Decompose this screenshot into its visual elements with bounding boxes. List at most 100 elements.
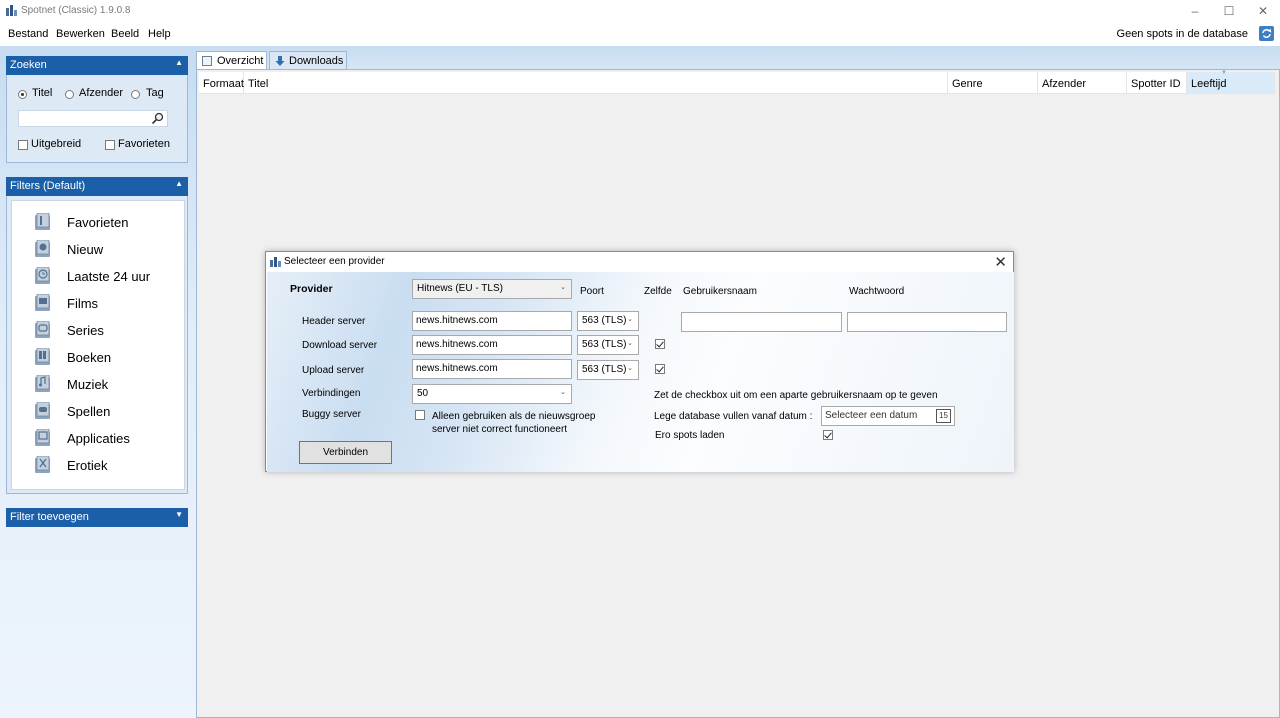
menu-bestand[interactable]: Bestand (8, 28, 48, 40)
column-leeftijd-label: Leeftijd (1191, 78, 1227, 90)
filter-item-applicaties[interactable]: Applicaties (30, 428, 180, 450)
overview-icon (202, 56, 212, 66)
filter-item-series[interactable]: Series (30, 320, 180, 342)
checkbox-uitgebreid-label: Uitgebreid (31, 138, 82, 150)
column-leeftijd[interactable]: Leeftijd ▼ (1187, 70, 1275, 94)
add-filter-panel-title: Filter toevoegen (10, 511, 89, 523)
grid-header: Formaat Titel Genre Afzender Spotter ID … (199, 70, 1275, 94)
filter-item-muziek[interactable]: Muziek (30, 374, 180, 396)
radio-tag[interactable] (131, 90, 140, 99)
header-server-label: Header server (302, 316, 366, 327)
search-icon[interactable] (151, 112, 164, 125)
download-server-label: Download server (302, 340, 378, 351)
header-port-select[interactable]: 563 (TLS) ⌄ (577, 311, 639, 331)
search-input[interactable] (18, 110, 168, 127)
upload-port-select[interactable]: 563 (TLS) ⌄ (577, 360, 639, 380)
menu-help[interactable]: Help (148, 28, 171, 40)
left-panel: Zoeken ▲ Titel Afzender Tag Uitgebreid F… (0, 46, 196, 718)
buggy-server-checkbox[interactable] (415, 410, 425, 420)
filter-label: Nieuw (67, 242, 104, 257)
radio-afzender[interactable] (65, 90, 74, 99)
music-folder-icon (35, 375, 50, 392)
new-folder-icon (35, 240, 50, 257)
download-port-value: 563 (TLS) (582, 339, 627, 350)
dialog-title: Selecteer een provider (284, 256, 385, 267)
filter-item-films[interactable]: Films (30, 293, 180, 315)
application-folder-icon (35, 429, 50, 446)
ero-spots-checkbox[interactable] (823, 430, 833, 440)
filter-item-favorieten[interactable]: Favorieten (30, 212, 180, 234)
sort-arrow-icon: ▼ (1221, 70, 1227, 76)
radio-titel[interactable] (18, 90, 27, 99)
x-folder-icon (35, 456, 50, 473)
date-picker-placeholder: Selecteer een datum (825, 410, 918, 421)
provider-label: Provider (290, 283, 333, 295)
filter-item-erotiek[interactable]: Erotiek (30, 455, 180, 477)
username-input[interactable] (681, 312, 842, 332)
buggy-server-label: Buggy server (302, 409, 361, 420)
chevron-down-icon: ⌄ (627, 365, 633, 372)
password-input[interactable] (847, 312, 1007, 332)
download-arrow-icon (275, 56, 285, 66)
column-spotter-id[interactable]: Spotter ID (1127, 72, 1187, 94)
provider-select[interactable]: Hitnews (EU - TLS) ⌄ (412, 279, 572, 299)
connect-button[interactable]: Verbinden (299, 441, 392, 464)
gamepad-folder-icon (35, 402, 50, 419)
refresh-icon[interactable] (1259, 26, 1274, 41)
date-picker[interactable]: Selecteer een datum 15 (821, 406, 955, 426)
column-genre[interactable]: Genre (948, 72, 1038, 94)
column-formaat[interactable]: Formaat (199, 72, 244, 94)
checkbox-uitgebreid[interactable] (18, 140, 28, 150)
filter-list: Favorieten Nieuw Laatste 24 uur Films Se… (11, 200, 185, 490)
connections-select[interactable]: 50 ⌄ (412, 384, 572, 404)
download-same-checkbox[interactable] (655, 339, 665, 349)
ero-spots-label: Ero spots laden (655, 430, 725, 441)
expand-icon[interactable]: ▼ (175, 510, 183, 519)
tab-overzicht[interactable]: Overzicht (196, 51, 267, 70)
filter-item-nieuw[interactable]: Nieuw (30, 239, 180, 261)
menu-bewerken[interactable]: Bewerken (56, 28, 105, 40)
password-column-label: Wachtwoord (849, 286, 905, 297)
checkbox-hint: Zet de checkbox uit om een aparte gebrui… (654, 390, 938, 401)
clock-folder-icon (35, 267, 50, 284)
collapse-icon[interactable]: ▲ (175, 179, 183, 188)
tab-overzicht-label: Overzicht (217, 55, 264, 67)
filter-label: Spellen (67, 404, 111, 419)
menu-beeld[interactable]: Beeld (111, 28, 139, 40)
search-panel-header[interactable]: Zoeken ▲ (6, 56, 188, 75)
download-port-select[interactable]: 563 (TLS) ⌄ (577, 335, 639, 355)
close-icon[interactable]: ✕ (994, 253, 1007, 271)
tab-downloads[interactable]: Downloads (269, 51, 347, 70)
tab-strip: Overzicht Downloads (196, 46, 1280, 70)
filter-item-boeken[interactable]: Boeken (30, 347, 180, 369)
filter-label: Films (67, 296, 99, 311)
header-port-value: 563 (TLS) (582, 315, 627, 326)
filter-item-laatste-24-uur[interactable]: Laatste 24 uur (30, 266, 180, 288)
maximize-button[interactable]: ☐ (1212, 0, 1246, 22)
header-server-input[interactable]: news.hitnews.com (412, 311, 572, 331)
connections-label: Verbindingen (302, 388, 361, 399)
filter-item-spellen[interactable]: Spellen (30, 401, 180, 423)
filters-panel: Favorieten Nieuw Laatste 24 uur Films Se… (6, 196, 188, 494)
film-folder-icon (35, 294, 50, 311)
radio-titel-label: Titel (32, 87, 53, 99)
calendar-icon[interactable]: 15 (936, 409, 951, 423)
window-title: Spotnet (Classic) 1.9.0.8 (21, 5, 131, 16)
filter-label: Boeken (67, 350, 112, 365)
filter-label: Erotiek (67, 458, 108, 473)
filters-panel-header[interactable]: Filters (Default) ▲ (6, 177, 188, 196)
collapse-icon[interactable]: ▲ (175, 58, 183, 67)
close-window-button[interactable]: ✕ (1246, 0, 1280, 22)
download-server-input[interactable]: news.hitnews.com (412, 335, 572, 355)
chevron-down-icon: ⌄ (560, 389, 566, 396)
upload-server-input[interactable]: news.hitnews.com (412, 359, 572, 379)
column-afzender[interactable]: Afzender (1038, 72, 1127, 94)
minimize-button[interactable]: – (1178, 0, 1212, 22)
upload-same-checkbox[interactable] (655, 364, 665, 374)
filter-label: Favorieten (67, 215, 129, 230)
column-titel[interactable]: Titel (244, 72, 948, 94)
favorites-folder-icon (35, 213, 50, 230)
checkbox-favorieten[interactable] (105, 140, 115, 150)
date-label: Lege database vullen vanaf datum : (654, 411, 813, 422)
add-filter-panel-header[interactable]: Filter toevoegen ▼ (6, 508, 188, 527)
